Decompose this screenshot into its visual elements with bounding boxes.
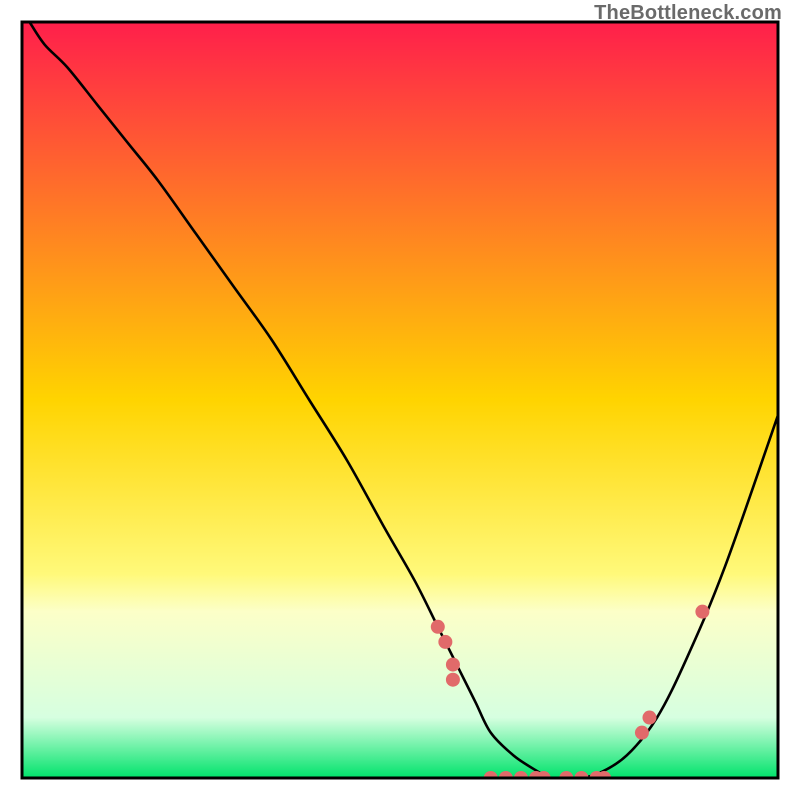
plot-background — [22, 22, 778, 778]
bottleneck-chart — [0, 0, 800, 800]
watermark-text: TheBottleneck.com — [594, 2, 782, 25]
scatter-point — [635, 726, 649, 740]
scatter-point — [431, 620, 445, 634]
chart-container: TheBottleneck.com — [0, 0, 800, 800]
scatter-point — [438, 635, 452, 649]
scatter-point — [642, 711, 656, 725]
scatter-point — [446, 658, 460, 672]
scatter-point — [695, 605, 709, 619]
scatter-point — [446, 673, 460, 687]
